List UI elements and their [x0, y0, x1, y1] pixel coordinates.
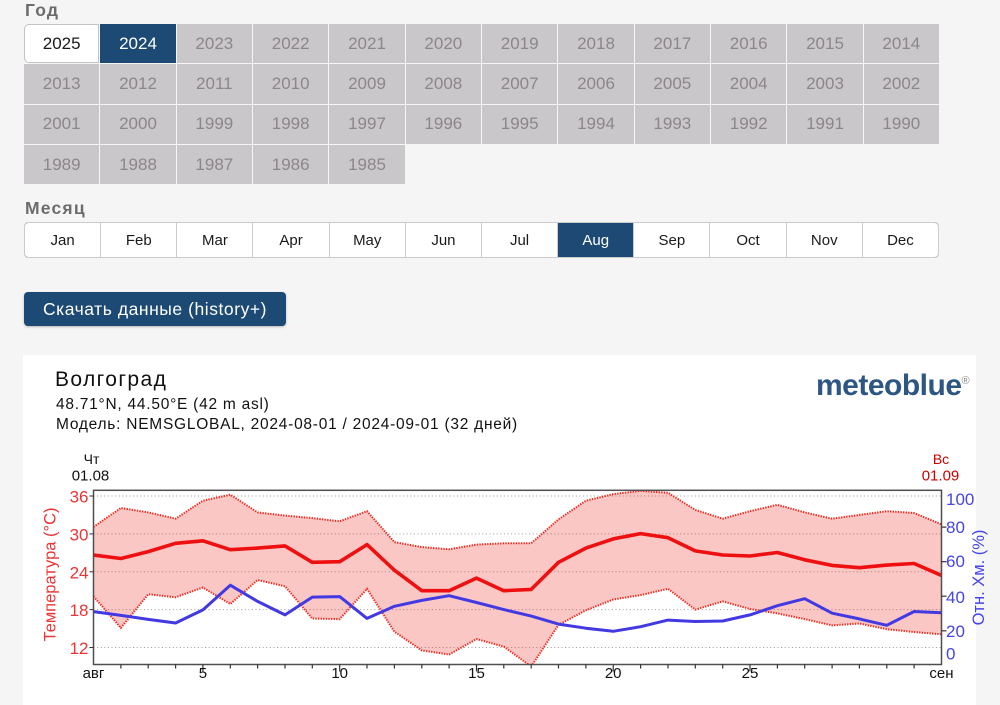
- svg-text:30: 30: [70, 525, 89, 544]
- svg-text:10: 10: [331, 665, 348, 682]
- svg-text:01.09: 01.09: [922, 468, 960, 485]
- svg-text:36: 36: [70, 488, 89, 507]
- svg-text:40: 40: [946, 588, 965, 607]
- svg-text:0: 0: [946, 645, 955, 664]
- svg-text:сен: сен: [929, 665, 953, 682]
- svg-text:100: 100: [946, 490, 974, 509]
- svg-text:80: 80: [946, 518, 965, 537]
- svg-text:авг: авг: [83, 665, 105, 682]
- svg-text:60: 60: [946, 552, 965, 571]
- svg-text:5: 5: [199, 665, 207, 682]
- svg-text:12: 12: [70, 639, 89, 658]
- svg-text:Чт: Чт: [84, 451, 100, 467]
- svg-text:Температура (°C): Температура (°C): [42, 507, 60, 641]
- svg-text:25: 25: [742, 665, 759, 682]
- svg-text:15: 15: [468, 665, 485, 682]
- svg-text:18: 18: [70, 601, 89, 620]
- svg-text:20: 20: [605, 665, 622, 682]
- svg-text:24: 24: [70, 563, 89, 582]
- svg-text:20: 20: [946, 622, 965, 641]
- svg-text:Вс: Вс: [933, 451, 949, 467]
- svg-text:01.08: 01.08: [72, 468, 110, 485]
- svg-text:Отн. Хм. (%): Отн. Хм. (%): [970, 530, 988, 626]
